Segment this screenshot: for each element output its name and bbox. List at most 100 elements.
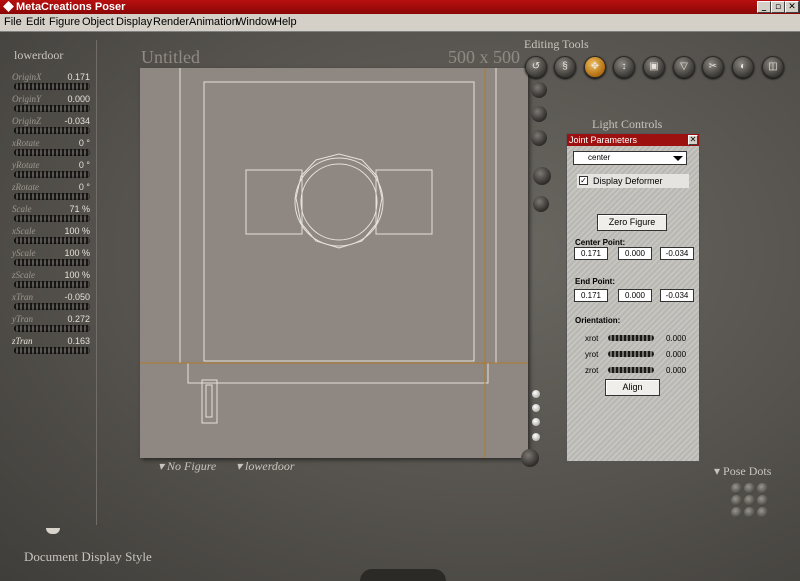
menu-edit[interactable]: Edit (26, 16, 45, 28)
camera-cube-icon[interactable] (531, 106, 547, 122)
rotate-tool-icon[interactable]: ↺ (525, 56, 547, 78)
scene-wireframe[interactable] (140, 68, 528, 458)
param-originx: OriginX 0.171 (12, 72, 94, 94)
param-dial[interactable] (14, 325, 90, 332)
param-ztran: zTran 0.163 (12, 336, 94, 358)
editing-tools-label: Editing Tools (524, 37, 589, 51)
display-deformer-toggle[interactable]: ✓ Display Deformer (577, 174, 689, 188)
parameter-panel: OriginX 0.171 OriginY 0.000 OriginZ -0.034 … (8, 40, 97, 525)
pose-dot[interactable] (757, 495, 768, 506)
menu-help[interactable]: Help (274, 16, 297, 28)
param-dial[interactable] (14, 193, 90, 200)
center-point-z-field[interactable]: -0.034 (660, 247, 694, 260)
document-title: Untitled (141, 47, 200, 67)
orientation-label: Orientation: (575, 316, 621, 325)
param-dial[interactable] (14, 259, 90, 266)
memory-dot[interactable] (532, 418, 540, 426)
camera-cube-icon[interactable] (531, 82, 547, 98)
pose-dots-menu[interactable]: ▾ Pose Dots (714, 464, 771, 479)
param-dial[interactable] (14, 83, 90, 90)
pose-dot[interactable] (744, 507, 755, 518)
menu-animation[interactable]: Animation (189, 16, 238, 28)
xrot-row: xrot 0.000 (585, 334, 687, 343)
trackball-icon[interactable] (521, 449, 539, 467)
menu-file[interactable]: File (4, 16, 22, 28)
param-yrotate: yRotate 0 ° (12, 160, 94, 182)
param-originz: OriginZ -0.034 (12, 116, 94, 138)
pose-dots-label: Pose Dots (723, 464, 772, 478)
xrot-dial[interactable] (608, 335, 654, 341)
light-icon[interactable] (533, 196, 549, 212)
center-point-x-field[interactable]: 0.171 (574, 247, 608, 260)
pose-dot[interactable] (757, 507, 768, 518)
menu-figure[interactable]: Figure (49, 16, 80, 28)
color-tool-icon[interactable]: ◐ (732, 56, 754, 78)
menu-display[interactable]: Display (116, 16, 152, 28)
actor-menu[interactable]: ▾ lowerdoor (236, 459, 295, 474)
param-ytran: yTran 0.272 (12, 314, 94, 336)
menu-object[interactable]: Object (82, 16, 114, 28)
translate-in-out-tool-icon[interactable]: ↕ (613, 56, 635, 78)
chevron-down-icon (673, 156, 683, 161)
param-dial[interactable] (14, 127, 90, 134)
pose-dot[interactable] (731, 483, 742, 494)
dialog-title: Joint Parameters (567, 134, 699, 146)
zrot-dial[interactable] (608, 367, 654, 373)
minimize-button[interactable]: _ (757, 1, 771, 13)
pose-dot[interactable] (757, 483, 768, 494)
param-dial[interactable] (14, 105, 90, 112)
translate-tool-icon[interactable]: ✥ (584, 56, 606, 78)
scale-tool-icon[interactable]: ▣ (643, 56, 665, 78)
memory-dot[interactable] (532, 433, 540, 441)
figure-menu-label: No Figure (167, 459, 217, 473)
pose-dot[interactable] (744, 483, 755, 494)
param-dial[interactable] (14, 149, 90, 156)
app-title: MetaCreations Poser (16, 1, 126, 13)
yrot-dial[interactable] (608, 351, 654, 357)
param-dial[interactable] (14, 303, 90, 310)
end-point-z-field[interactable]: -0.034 (660, 289, 694, 302)
restore-button[interactable]: ▫ (771, 1, 785, 13)
title-bar: MetaCreations Poser _ ▫ ✕ (0, 0, 800, 14)
menu-bar: File Edit Figure Object Display Render A… (0, 14, 800, 32)
chain-break-tool-icon[interactable]: ✂ (702, 56, 724, 78)
view-magnifier-tool-icon[interactable]: ◫ (762, 56, 784, 78)
pose-dot[interactable] (744, 495, 755, 506)
camera-control-icon[interactable] (531, 130, 547, 146)
dialog-close-icon[interactable]: ✕ (688, 135, 698, 145)
pose-dot[interactable] (731, 495, 742, 506)
light-sphere-icon[interactable] (533, 167, 551, 185)
joint-part-dropdown[interactable]: center (573, 151, 687, 165)
document-window[interactable] (140, 68, 528, 458)
param-dial[interactable] (14, 281, 90, 288)
animation-controls-handle[interactable] (360, 569, 446, 581)
param-dial[interactable] (14, 215, 90, 222)
align-button[interactable]: Align (605, 379, 660, 396)
actor-menu-label: lowerdoor (245, 459, 295, 473)
twist-tool-icon[interactable]: § (554, 56, 576, 78)
param-xtran: xTran -0.050 (12, 292, 94, 314)
display-deformer-checkbox[interactable]: ✓ (579, 176, 588, 185)
param-yscale: yScale 100 % (12, 248, 94, 270)
figure-menu[interactable]: ▾ No Figure (158, 459, 216, 474)
menu-window[interactable]: Window (236, 16, 275, 28)
end-point-x-field[interactable]: 0.171 (574, 289, 608, 302)
pose-dot[interactable] (731, 507, 742, 518)
memory-dot[interactable] (532, 404, 540, 412)
center-point-y-field[interactable]: 0.000 (618, 247, 652, 260)
memory-dot[interactable] (532, 390, 540, 398)
end-point-label: End Point: (575, 277, 615, 286)
param-dial[interactable] (14, 171, 90, 178)
param-zscale: zScale 100 % (12, 270, 94, 292)
end-point-y-field[interactable]: 0.000 (618, 289, 652, 302)
param-dial[interactable] (14, 237, 90, 244)
dropdown-value: center (588, 153, 611, 162)
light-controls-label: Light Controls (592, 117, 663, 131)
menu-render[interactable]: Render (153, 16, 189, 28)
close-button[interactable]: ✕ (785, 1, 799, 13)
param-dial[interactable] (14, 347, 90, 354)
yrot-row: yrot 0.000 (585, 350, 687, 359)
param-originy: OriginY 0.000 (12, 94, 94, 116)
zero-figure-button[interactable]: Zero Figure (597, 214, 667, 231)
taper-tool-icon[interactable]: ▽ (673, 56, 695, 78)
